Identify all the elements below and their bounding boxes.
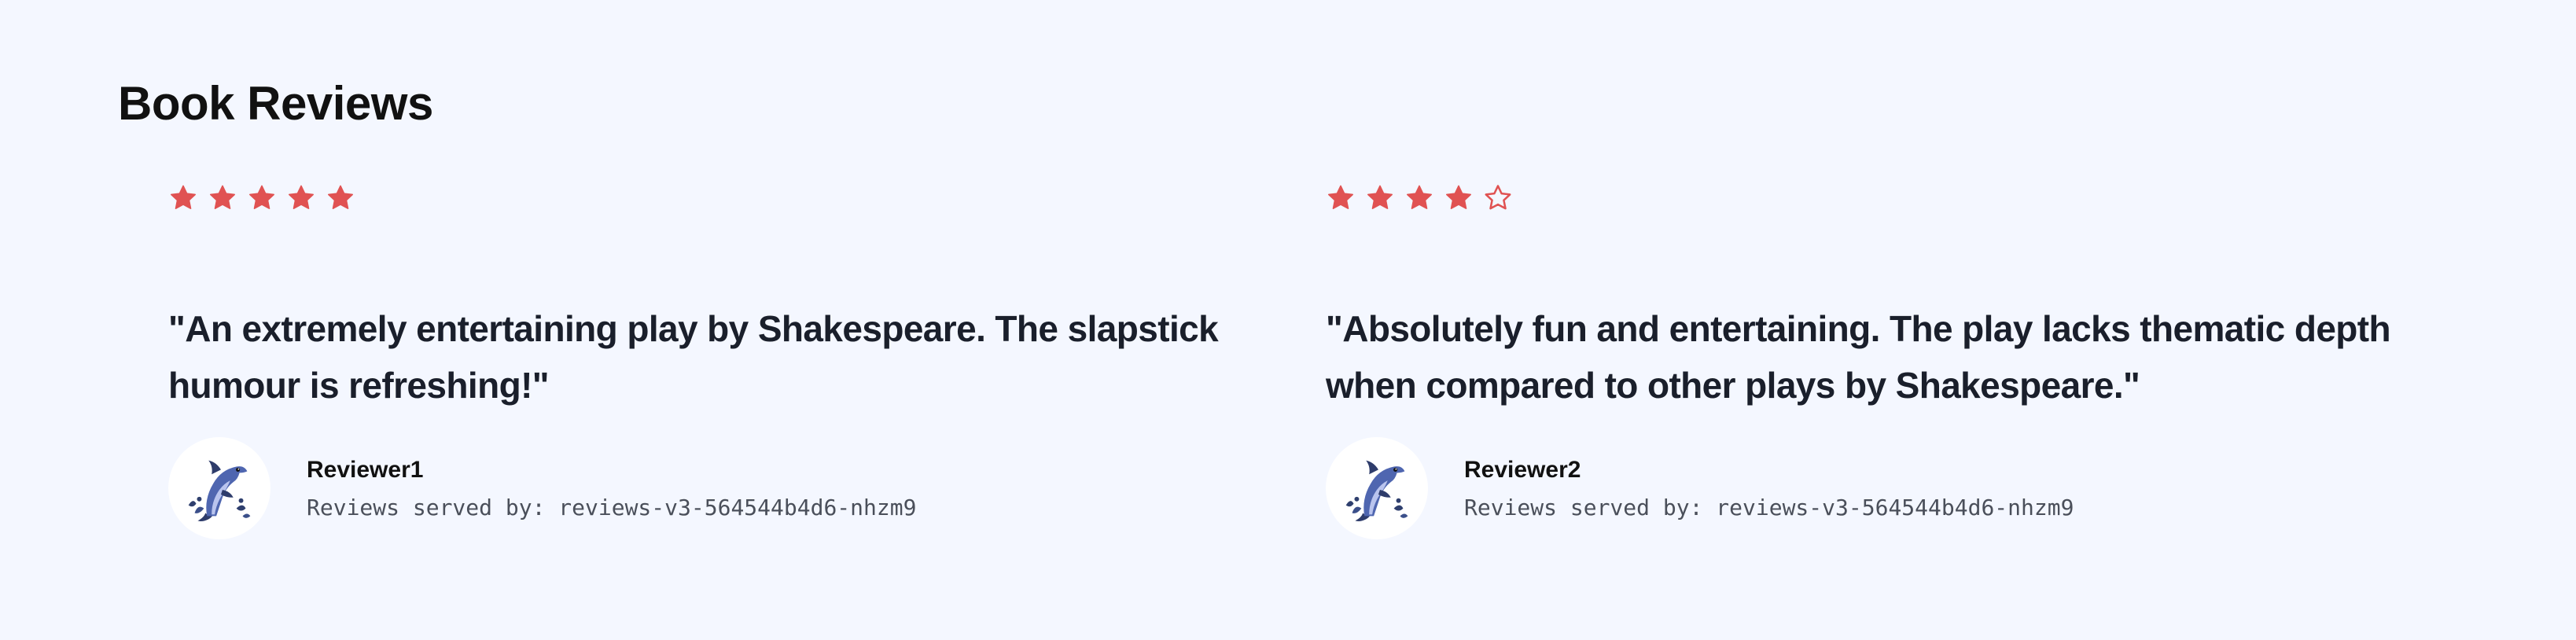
avatar	[1326, 437, 1428, 539]
served-by-text: Reviews served by: reviews-v3-564544b4d6…	[307, 495, 917, 520]
avatar	[168, 437, 270, 539]
review-text: "An extremely entertaining play by Shake…	[168, 308, 1219, 406]
star-filled-icon	[326, 183, 355, 213]
review-card: "An extremely entertaining play by Shake…	[168, 179, 1326, 539]
star-filled-icon	[1326, 183, 1356, 213]
reviewer-info: Reviewer1 Reviews served by: reviews-v3-…	[307, 454, 916, 522]
reviewer: Reviewer1 Reviews served by: reviews-v3-…	[168, 437, 1326, 539]
review-card: "Absolutely fun and entertaining. The pl…	[1326, 179, 2483, 539]
reviewer-info: Reviewer2 Reviews served by: reviews-v3-…	[1464, 454, 2074, 522]
star-filled-icon	[1365, 183, 1395, 213]
dolphin-icon	[1330, 442, 1423, 535]
reviewer: Reviewer2 Reviews served by: reviews-v3-…	[1326, 437, 2483, 539]
star-filled-icon	[247, 183, 277, 213]
served-by-text: Reviews served by: reviews-v3-564544b4d6…	[1464, 495, 2074, 520]
page-title: Book Reviews	[118, 77, 433, 130]
star-filled-icon	[168, 183, 198, 213]
star-filled-icon	[1444, 183, 1474, 213]
star-empty-icon	[1483, 183, 1513, 213]
review-text: "Absolutely fun and entertaining. The pl…	[1326, 308, 2391, 406]
star-rating	[168, 179, 1326, 217]
star-filled-icon	[1404, 183, 1434, 213]
reviewer-name: Reviewer1	[307, 457, 424, 483]
dolphin-icon	[173, 442, 266, 535]
star-filled-icon	[208, 183, 237, 213]
star-filled-icon	[286, 183, 316, 213]
reviewer-name: Reviewer2	[1464, 457, 1581, 483]
reviews-list: "An extremely entertaining play by Shake…	[168, 179, 2527, 539]
star-rating	[1326, 179, 2483, 217]
